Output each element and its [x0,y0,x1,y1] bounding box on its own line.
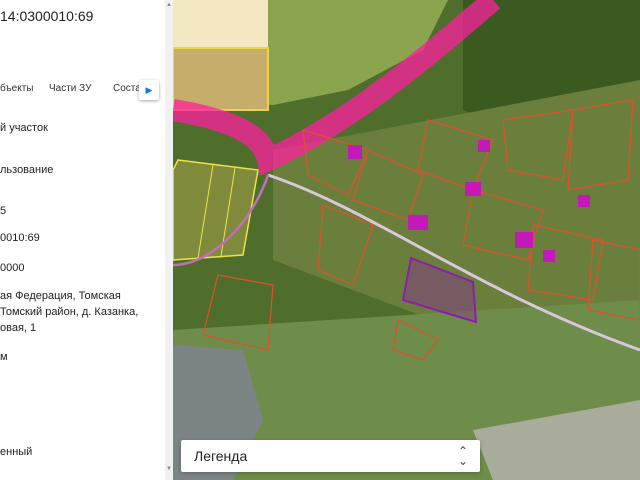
field-address-line-1: ая Федерация, Томская [0,290,121,302]
field-object-type: й участок [0,122,48,134]
field-quarter: 5 [0,205,7,217]
field-usage: льзование [0,164,54,176]
legend-panel[interactable]: Легенда ⌃ ⌄ [181,440,480,472]
tab-objects[interactable]: бъекты [0,83,33,94]
chevron-right-icon: ▶ [145,85,153,95]
scroll-down-icon[interactable]: ▼ [165,466,173,472]
field-address-line-3: овая, 1 [0,322,37,334]
tab-composition[interactable]: Соста [113,83,141,94]
plowed-field [173,48,268,110]
light-field [173,0,268,48]
map-view[interactable] [173,0,640,480]
field-status: енный [0,446,33,458]
satellite-map[interactable] [173,0,640,480]
scroll-up-icon[interactable]: ▲ [165,2,173,8]
field-cadastral-number: 0010:69 [0,232,40,244]
legend-label: Легенда [194,448,248,464]
field-area-unit: м [0,351,8,363]
tab-bar: бъекты Части ЗУ Соста ▶ [0,80,165,100]
panel-scrollbar[interactable]: ▲ ▼ [165,0,173,480]
cadastral-number-title: 14:0300010:69 [0,8,94,24]
info-panel: 14:0300010:69 бъекты Части ЗУ Соста ▶ й … [0,0,165,480]
chevron-up-down-icon[interactable]: ⌃ ⌄ [458,445,468,467]
tab-scroll-right-button[interactable]: ▶ [139,80,159,100]
garden-parcels [173,159,259,261]
field-address-line-2: Томский район, д. Казанка, [0,306,139,318]
field-number-value: 0000 [0,262,25,274]
tab-parcel-parts[interactable]: Части ЗУ [49,83,91,94]
